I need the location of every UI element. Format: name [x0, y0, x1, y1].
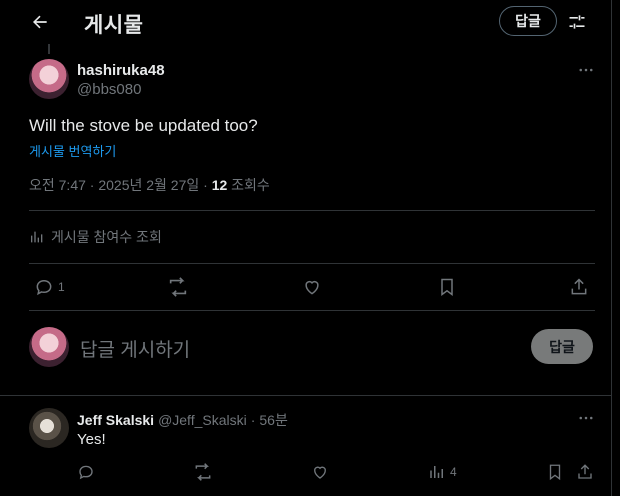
back-button[interactable]	[26, 8, 54, 36]
author-handle[interactable]: @bbs080	[77, 81, 141, 98]
thread-connector	[48, 44, 50, 54]
settings-sliders-icon	[569, 15, 585, 29]
composer-avatar[interactable]	[29, 327, 69, 367]
more-icon	[579, 416, 593, 420]
post-text: Will the stove be updated too?	[29, 116, 258, 135]
like-icon	[314, 466, 326, 479]
page-title: 게시물	[84, 14, 144, 37]
more-icon	[579, 68, 593, 72]
reply-icon	[79, 465, 93, 480]
reply-action-bar: 4	[0, 462, 611, 482]
reply-repost-button[interactable]	[193, 460, 213, 484]
reply-views-count: 4	[450, 465, 457, 479]
reply-text: Yes!	[77, 431, 106, 448]
reply-avatar[interactable]	[29, 408, 69, 448]
repost-button[interactable]	[167, 275, 193, 299]
reply-bookmark-button[interactable]	[546, 460, 564, 484]
post-action-bar: 1	[0, 275, 611, 299]
share-icon	[578, 464, 592, 479]
views-label: 조회수	[227, 177, 270, 193]
settings-button[interactable]	[565, 10, 589, 34]
reply-reply-button[interactable]	[77, 460, 95, 484]
reply-more-button[interactable]	[576, 408, 596, 428]
post-meta: 오전 7:47 · 2025년 2월 27일 · 12 조회수	[29, 175, 270, 195]
divider	[0, 395, 611, 396]
engagements-link[interactable]: 게시물 참여수 조회	[29, 227, 162, 247]
repost-icon	[195, 463, 211, 481]
reply-share-button[interactable]	[576, 460, 594, 484]
like-icon	[305, 280, 319, 295]
reply-author-name[interactable]: Jeff Skalski	[77, 412, 154, 428]
translate-link[interactable]: 게시물 번역하기	[29, 141, 116, 160]
bookmark-button[interactable]	[437, 275, 457, 299]
back-arrow-icon	[33, 15, 47, 29]
post-more-button[interactable]	[576, 60, 596, 80]
bookmark-icon	[549, 464, 561, 481]
reply-like-button[interactable]	[311, 460, 329, 484]
composer-reply-button[interactable]: 답글	[531, 329, 593, 364]
reply-count: 1	[58, 280, 65, 294]
reply-icon	[36, 279, 52, 296]
reply-views-button[interactable]: 4	[428, 460, 457, 484]
analytics-icon	[430, 466, 443, 478]
divider	[29, 263, 595, 264]
like-button[interactable]	[302, 275, 326, 299]
author-name[interactable]: hashiruka48	[77, 62, 165, 79]
post-timestamp[interactable]: 오전 7:47 · 2025년 2월 27일 ·	[29, 177, 212, 193]
reply-composer-input[interactable]: 답글 게시하기	[80, 335, 190, 362]
header-reply-button[interactable]: 답글	[499, 6, 557, 36]
reply-time[interactable]: 56분	[259, 410, 287, 430]
top-bar: 게시물 답글	[0, 0, 611, 44]
analytics-icon	[31, 231, 43, 243]
reply-header: Jeff Skalski @Jeff_Skalski · 56분	[77, 410, 288, 430]
reply-separator: ·	[250, 412, 256, 428]
engagements-label: 게시물 참여수 조회	[51, 229, 162, 245]
share-icon	[571, 278, 587, 295]
bookmark-icon	[441, 278, 453, 296]
share-button[interactable]	[569, 275, 589, 299]
divider	[29, 310, 595, 311]
reply-author-handle[interactable]: @Jeff_Skalski	[158, 412, 247, 428]
views-count: 12	[211, 177, 228, 193]
repost-icon	[169, 277, 187, 297]
avatar[interactable]	[29, 59, 69, 99]
divider	[29, 210, 595, 211]
reply-button[interactable]: 1	[34, 275, 65, 299]
